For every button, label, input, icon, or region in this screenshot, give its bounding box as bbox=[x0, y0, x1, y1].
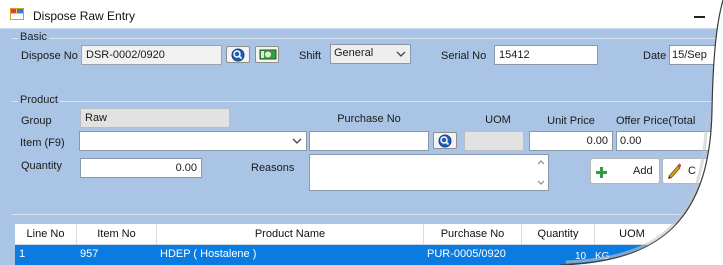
page-curl-overlay bbox=[559, 0, 723, 265]
dispose-raw-entry-window: Dispose Raw Entry Basic Dispose No DSR-0… bbox=[0, 0, 723, 265]
